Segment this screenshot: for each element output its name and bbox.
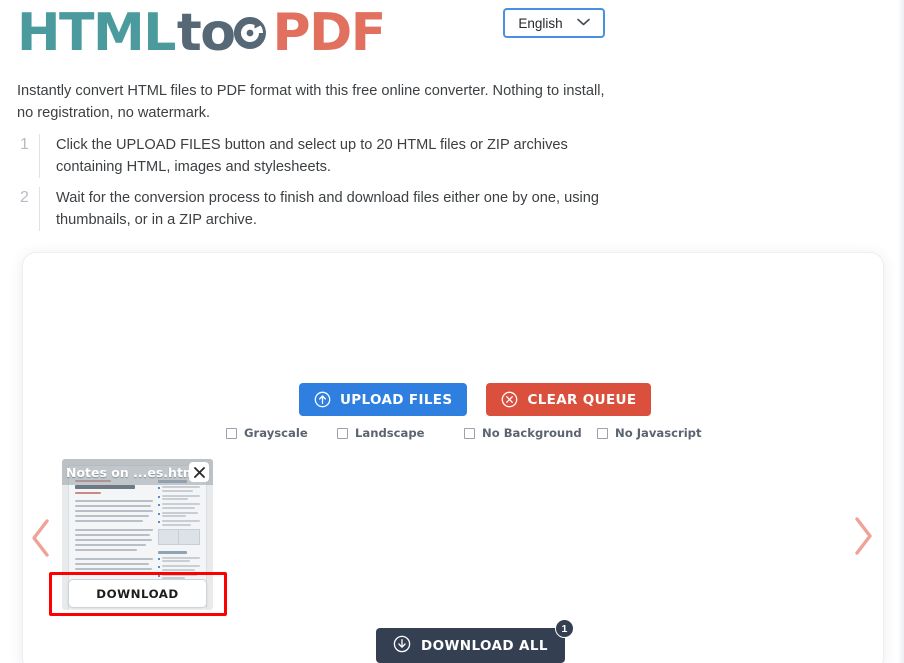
upload-files-label: UPLOAD FILES <box>340 391 453 408</box>
checkbox-no-background[interactable] <box>464 427 475 439</box>
convert-circular-arrow-icon <box>230 13 270 53</box>
action-button-row: UPLOAD FILES CLEAR QUEUE <box>299 383 652 416</box>
conversion-options: Grayscale Landscape No Background No Jav… <box>226 426 702 440</box>
chevron-right-icon <box>855 517 872 555</box>
option-no-background[interactable]: No Background <box>464 426 597 440</box>
preview-line <box>75 492 102 494</box>
preview-line <box>75 510 153 512</box>
instruction-step: 1 Click the UPLOAD FILES button and sele… <box>17 134 617 178</box>
preview-line <box>75 505 151 507</box>
carousel-next-button[interactable] <box>850 514 876 558</box>
chevron-down-icon <box>576 18 590 29</box>
download-all-label: DOWNLOAD ALL <box>421 637 548 654</box>
clear-queue-label: CLEAR QUEUE <box>527 391 637 408</box>
preview-side-table <box>157 528 200 545</box>
preview-side-heading <box>157 550 188 554</box>
logo-text-to: to <box>176 3 236 63</box>
page-right-edge <box>898 0 904 663</box>
queue-item: Notes on ...es.html DOWNLOAD <box>62 459 213 610</box>
preview-line <box>75 520 144 522</box>
step-divider <box>39 187 40 231</box>
clear-queue-button[interactable]: CLEAR QUEUE <box>486 383 652 416</box>
preview-line <box>75 568 152 570</box>
step-divider <box>39 134 40 178</box>
preview-line <box>75 515 150 517</box>
queue-item-title-bar: Notes on ...es.html <box>62 459 213 485</box>
page-header: HTML to PDF English <box>0 0 904 78</box>
option-grayscale[interactable]: Grayscale <box>226 426 337 440</box>
close-circle-icon <box>501 391 518 408</box>
option-label: No Javascript <box>615 426 702 440</box>
download-all-container: DOWNLOAD ALL 1 <box>376 619 574 663</box>
download-button[interactable]: DOWNLOAD <box>68 579 207 608</box>
preview-line <box>75 558 153 560</box>
option-label: Grayscale <box>244 426 308 440</box>
preview-line <box>75 529 153 531</box>
upload-files-button[interactable]: UPLOAD FILES <box>299 383 468 416</box>
preview-line <box>75 539 152 541</box>
preview-line <box>75 544 147 546</box>
preview-line <box>75 500 153 502</box>
step-text: Wait for the conversion process to finis… <box>56 190 599 228</box>
option-landscape[interactable]: Landscape <box>337 426 464 440</box>
carousel-prev-button[interactable] <box>28 516 54 560</box>
step-text: Click the UPLOAD FILES button and select… <box>56 137 568 175</box>
preview-side-item <box>157 494 200 500</box>
preview-line <box>75 549 137 551</box>
download-all-badge: 1 <box>554 619 574 638</box>
queue-item-filename: Notes on ...es.html <box>66 464 189 480</box>
preview-line <box>75 563 149 565</box>
preview-heading <box>75 485 136 489</box>
preview-line <box>75 534 151 536</box>
logo-text-html: HTML <box>17 3 176 63</box>
preview-side-item <box>157 503 200 509</box>
option-label: Landscape <box>355 426 425 440</box>
preview-side-item <box>157 511 201 517</box>
preview-side-item <box>157 486 200 492</box>
chevron-left-icon <box>32 519 49 557</box>
checkbox-grayscale[interactable] <box>226 427 237 439</box>
step-number: 2 <box>20 189 29 206</box>
step-number: 1 <box>20 136 29 153</box>
download-arrow-circle-icon <box>393 635 411 657</box>
language-select[interactable]: English <box>503 8 605 38</box>
close-x-icon[interactable] <box>189 462 209 482</box>
checkbox-no-javascript[interactable] <box>597 427 608 439</box>
upload-arrow-circle-icon <box>314 391 331 408</box>
page-root: HTML to PDF English Instantly convert HT… <box>0 0 904 663</box>
intro-paragraph: Instantly convert HTML files to PDF form… <box>17 83 605 121</box>
preview-line <box>75 573 142 575</box>
download-all-button[interactable]: DOWNLOAD ALL <box>376 628 565 663</box>
instruction-step: 2 Wait for the conversion process to fin… <box>17 187 617 231</box>
queue-item-thumbnail[interactable]: Notes on ...es.html DOWNLOAD <box>62 459 213 610</box>
language-select-value: English <box>518 15 563 31</box>
instruction-steps: 1 Click the UPLOAD FILES button and sele… <box>17 134 617 240</box>
preview-side-item <box>157 520 200 526</box>
option-no-javascript[interactable]: No Javascript <box>597 426 702 440</box>
preview-side-item <box>157 565 200 571</box>
preview-side-item <box>157 556 200 562</box>
option-label: No Background <box>482 426 582 440</box>
logo-text-pdf: PDF <box>272 3 386 63</box>
checkbox-landscape[interactable] <box>337 427 348 439</box>
site-logo: HTML to PDF <box>17 2 386 64</box>
